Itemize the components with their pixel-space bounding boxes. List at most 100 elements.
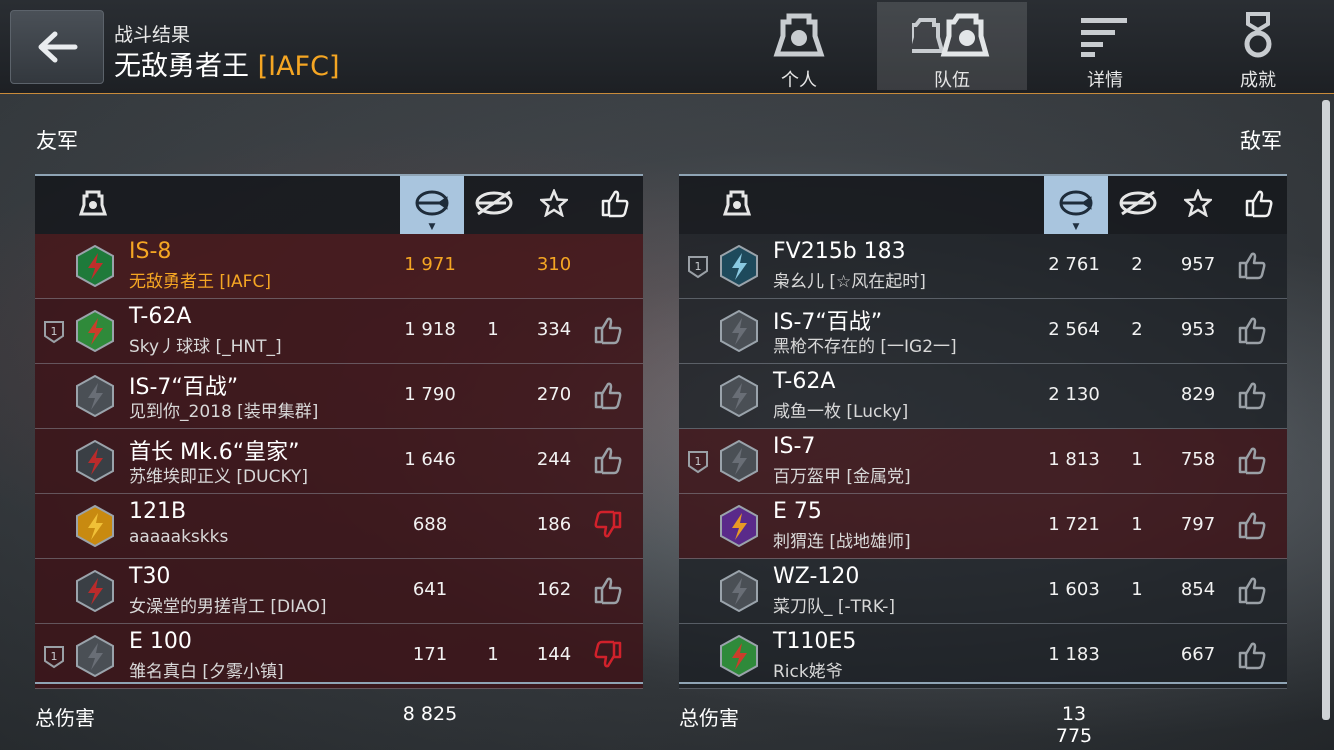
damage-value: 1 971 xyxy=(404,254,456,275)
christmas-badge-icon xyxy=(74,244,116,291)
allies-col-likes-header[interactable] xyxy=(587,176,643,234)
player-name: 苏维埃即正义 [DUCKY] xyxy=(129,467,308,487)
tab-details-label: 详情 xyxy=(1087,70,1123,91)
rank-one-icon: 1 xyxy=(687,450,709,478)
thumbs-up-icon[interactable] xyxy=(593,445,623,479)
allies-col-kills-header[interactable] xyxy=(465,176,523,234)
damage-value: 1 918 xyxy=(404,319,456,340)
allies-col-xp-header[interactable] xyxy=(525,176,583,234)
allies-label: 友军 xyxy=(36,129,78,153)
lightning-badge-icon xyxy=(718,439,760,486)
player-row[interactable]: IS-7“百战” 见到你_2018 [装甲集群] 1 790 270 xyxy=(35,364,643,429)
allies-total-damage: 8 825 xyxy=(402,703,458,725)
gift-box-badge-icon xyxy=(718,634,760,681)
xp-value: 854 xyxy=(1180,579,1216,600)
enemies-col-kills-header[interactable] xyxy=(1109,176,1167,234)
svg-text:1: 1 xyxy=(695,260,702,273)
xp-value: 829 xyxy=(1180,384,1216,405)
thumbs-up-icon[interactable] xyxy=(1237,510,1267,544)
allies-total-label: 总伤害 xyxy=(35,706,95,730)
tab-details[interactable]: 详情 xyxy=(1030,2,1180,91)
xp-value: 957 xyxy=(1180,254,1216,275)
thumbs-up-icon[interactable] xyxy=(593,380,623,414)
rank-one-icon: 1 xyxy=(43,320,65,348)
player-title: 无敌勇者王 [IAFC] xyxy=(114,44,339,83)
tab-personal-label: 个人 xyxy=(781,70,817,91)
star-column-icon xyxy=(1182,187,1214,221)
kills-value: 1 xyxy=(487,319,499,340)
player-row[interactable]: WZ-120 菜刀队_ [-TRK-] 1 603 1 854 xyxy=(679,559,1287,624)
player-name: 无敌勇者王 [IAFC] xyxy=(129,272,271,292)
star-column-icon xyxy=(538,187,570,221)
xp-value: 758 xyxy=(1180,449,1216,470)
thumbs-up-icon[interactable] xyxy=(1237,445,1267,479)
thumbs-up-icon[interactable] xyxy=(1237,250,1267,284)
enemies-col-likes-header[interactable] xyxy=(1231,176,1287,234)
player-row[interactable]: 1 IS-7 百万盔甲 [金属党] 1 813 1 758 xyxy=(679,429,1287,494)
damage-value: 2 564 xyxy=(1048,319,1100,340)
svg-text:1: 1 xyxy=(51,650,58,663)
tab-achievements[interactable]: 成就 xyxy=(1183,2,1333,91)
player-name: 枭幺儿 [☆风在起时] xyxy=(773,272,926,292)
player-row[interactable]: 121B aaaaakskks 688 186 xyxy=(35,494,643,559)
player-row[interactable]: 1 FV215b 183 枭幺儿 [☆风在起时] 2 761 2 957 xyxy=(679,234,1287,299)
player-row[interactable]: IS-8 无敌勇者王 [IAFC] 1 971 310 xyxy=(35,234,643,299)
tank-name: FV215b 183 xyxy=(773,239,906,264)
xp-value: 144 xyxy=(536,644,572,665)
kills-value: 1 xyxy=(1131,449,1143,470)
tab-team[interactable]: 队伍 xyxy=(877,2,1027,91)
medal-icon xyxy=(1244,12,1272,58)
back-arrow-icon xyxy=(38,31,78,63)
kills-value: 1 xyxy=(1131,514,1143,535)
player-row[interactable]: T30 女澡堂的男搓背工 [DIAO] 641 162 xyxy=(35,559,643,624)
single-tank-icon xyxy=(773,13,825,57)
enemies-col-xp-header[interactable] xyxy=(1169,176,1227,234)
thumbs-up-icon[interactable] xyxy=(1237,380,1267,414)
svg-text:1: 1 xyxy=(51,325,58,338)
thumbs-up-icon[interactable] xyxy=(593,575,623,609)
damage-value: 1 721 xyxy=(1048,514,1100,535)
enemies-panel: ▼ 1 FV215b 183 枭幺儿 [☆风在起时] 2 761 2 957 IS-7“百战… xyxy=(679,174,1287,747)
thumbs-up-icon[interactable] xyxy=(593,315,623,349)
player-name: 咸鱼一枚 [Lucky] xyxy=(773,402,909,422)
sort-caret-icon: ▼ xyxy=(1072,222,1080,232)
thumbs-up-icon[interactable] xyxy=(1237,640,1267,674)
header-bar: 战斗结果 无敌勇者王 [IAFC] 个人 队伍 详情 成就 xyxy=(0,0,1334,94)
gift-box-badge-icon xyxy=(74,309,116,356)
damage-value: 2 761 xyxy=(1048,254,1100,275)
tab-personal[interactable]: 个人 xyxy=(724,2,874,91)
team-tanks-icon xyxy=(912,13,990,57)
tank-name: T30 xyxy=(129,564,171,589)
allies-table-header: ▼ xyxy=(35,174,643,234)
player-name: 菜刀队_ [-TRK-] xyxy=(773,597,895,617)
player-row[interactable]: E 75 刺猬连 [战地雄师] 1 721 1 797 xyxy=(679,494,1287,559)
player-row[interactable]: 1 E 100 雏名真白 [夕雾小镇] 171 1 144 xyxy=(35,624,643,689)
damage-value: 1 646 xyxy=(404,449,456,470)
enemies-col-tank-header[interactable] xyxy=(699,176,775,234)
player-row[interactable]: 首长 Mk.6“皇家” 苏维埃即正义 [DUCKY] 1 646 244 xyxy=(35,429,643,494)
damage-value: 1 790 xyxy=(404,384,456,405)
allies-total-row: 总伤害 8 825 xyxy=(35,682,643,730)
player-row[interactable]: T-62A 咸鱼一枚 [Lucky] 2 130 829 xyxy=(679,364,1287,429)
back-button[interactable] xyxy=(10,10,104,84)
xp-value: 270 xyxy=(536,384,572,405)
lightning-badge-icon xyxy=(74,634,116,681)
rank-one-icon: 1 xyxy=(43,645,65,673)
thumbs-down-icon[interactable] xyxy=(593,510,623,544)
battle-results-subtitle: 战斗结果 xyxy=(114,24,191,46)
enemies-col-damage-header[interactable]: ▼ xyxy=(1044,176,1108,234)
damage-value: 2 130 xyxy=(1048,384,1100,405)
player-row[interactable]: T110E5 Rick姥爷 1 183 667 xyxy=(679,624,1287,689)
scrollbar[interactable] xyxy=(1322,100,1330,720)
kills-column-icon xyxy=(1116,188,1160,222)
allies-col-tank-header[interactable] xyxy=(55,176,131,234)
ornaments-badge-icon xyxy=(718,504,760,551)
xp-value: 667 xyxy=(1180,644,1216,665)
kills-value: 2 xyxy=(1131,319,1143,340)
thumbs-up-icon[interactable] xyxy=(1237,315,1267,349)
player-row[interactable]: IS-7“百战” 黑枪不存在的 [一IG2一] 2 564 2 953 xyxy=(679,299,1287,364)
allies-col-damage-header[interactable]: ▼ xyxy=(400,176,464,234)
player-row[interactable]: 1 T-62A Sky丿球球 [_HNT_] 1 918 1 334 xyxy=(35,299,643,364)
thumbs-down-icon[interactable] xyxy=(593,640,623,674)
thumbs-up-icon[interactable] xyxy=(1237,575,1267,609)
